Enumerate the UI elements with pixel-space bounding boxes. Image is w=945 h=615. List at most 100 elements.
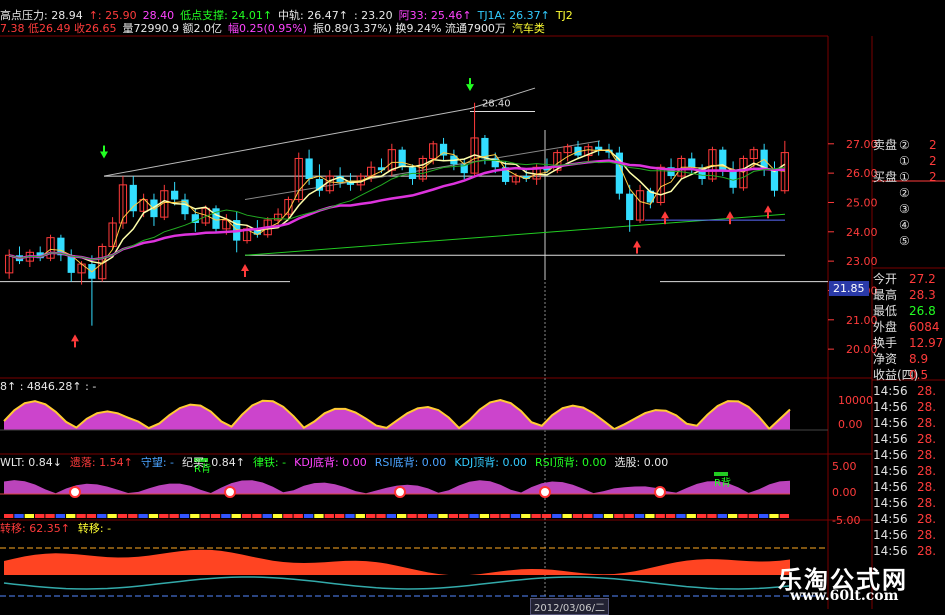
- sub2-item-8: RSI顶背: 0.00: [534, 456, 607, 469]
- tick-row: 14:56 28.: [873, 383, 945, 399]
- candle-body-down: [770, 170, 779, 191]
- stat-label: 最高: [873, 288, 898, 302]
- candle-body-down: [481, 137, 489, 159]
- tick-price: 28.: [917, 416, 937, 430]
- orderbook-panel: 卖盘 ② 2 ① 2 买盘 ① 2 ② ③ ④ ⑤: [873, 137, 945, 249]
- tick-time: 14:56: [873, 528, 908, 542]
- sub2-tick: 0.00: [832, 486, 857, 499]
- stat-label: 外盘: [873, 320, 898, 334]
- signal-bar: [634, 514, 645, 518]
- tick-price: 28.: [917, 512, 937, 526]
- tick-row: 14:56 28.: [873, 495, 945, 511]
- tick-price: 28.: [917, 464, 937, 478]
- candle-body-down: [129, 184, 137, 212]
- tick-price: 28.: [917, 480, 937, 494]
- candle-body-down: [439, 143, 448, 156]
- buy-arrow-icon: [241, 264, 249, 271]
- signal-bar: [552, 514, 562, 518]
- signal-bar: [593, 514, 603, 518]
- stat-label: 换手: [873, 336, 898, 350]
- signal-bar: [324, 514, 334, 518]
- buy-arrow-icon: [633, 240, 641, 248]
- signal-bar: [707, 514, 717, 518]
- signal-bar: [365, 514, 376, 518]
- tick-time: 14:56: [873, 416, 908, 430]
- signal-bar: [66, 514, 76, 518]
- orderbook-level: ①: [899, 154, 910, 168]
- signal-bar: [614, 514, 624, 518]
- stat-row: 净资 8.9: [873, 351, 945, 367]
- signal-bar: [200, 514, 210, 518]
- sub3-item-0: 转移: 62.35↑: [0, 522, 70, 535]
- signal-bar: [355, 514, 365, 518]
- signal-bar: [521, 514, 531, 518]
- tick-price: 28.: [917, 384, 937, 398]
- orderbook-value: 2: [929, 138, 937, 152]
- stat-value: 12.97: [909, 336, 944, 350]
- tick-row: 14:56 28.: [873, 399, 945, 415]
- signal-bar: [169, 514, 179, 518]
- stat-value: 6084: [909, 320, 940, 334]
- r-back-marker: [714, 472, 728, 476]
- tick-row: 14:56 28.: [873, 527, 945, 543]
- candle-body-down: [688, 158, 696, 168]
- signal-bar: [128, 514, 138, 518]
- signal-bar: [696, 514, 707, 518]
- stat-row: 外盘 6084: [873, 319, 945, 335]
- orderbook-row: 卖盘 ② 2: [873, 137, 945, 153]
- header-item-1: ↑: 25.90: [88, 9, 137, 22]
- tick-time: 14:56: [873, 448, 908, 462]
- signal-bar: [428, 514, 438, 518]
- signal-bar: [727, 514, 738, 518]
- signal-bar: [676, 514, 686, 518]
- orderbook-level: ②: [899, 186, 910, 200]
- tick-row: 14:56 28.: [873, 511, 945, 527]
- signal-bar: [665, 514, 676, 518]
- signal-bar: [45, 514, 55, 518]
- tick-list-panel: 14:56 28. 14:56 28. 14:56 28. 14:56 28. 14:56 28.…: [873, 383, 945, 559]
- signal-bar: [117, 514, 128, 518]
- r-back-label: R背: [714, 476, 731, 489]
- candle-body-down: [171, 190, 179, 200]
- quote-item-2: 幅0.25(0.95%): [227, 22, 307, 35]
- tick-time: 14:56: [873, 512, 908, 526]
- signal-bar: [397, 514, 407, 518]
- tick-row: 14:56 28.: [873, 415, 945, 431]
- signal-circle-icon: [224, 486, 236, 498]
- signal-bar: [252, 514, 262, 518]
- orderbook-level: ③: [899, 202, 910, 216]
- signal-bar: [159, 514, 169, 518]
- stat-value: 8.9: [909, 352, 929, 366]
- signal-bar: [138, 514, 148, 518]
- signal-bar: [531, 514, 541, 518]
- sell-arrow-icon: [100, 151, 108, 159]
- orderbook-label: 买盘: [873, 170, 898, 184]
- sub2-item-0: WLT: 0.84↓: [0, 456, 62, 469]
- signal-bar: [645, 514, 655, 518]
- signal-bar: [55, 514, 66, 518]
- signal-bar: [603, 514, 614, 518]
- tick-time: 14:56: [873, 480, 908, 494]
- stat-value: 27.2: [909, 272, 936, 286]
- buy-arrow-icon: [726, 211, 734, 219]
- sub1-item-0: 8↑ : 4846.28↑ : -: [0, 380, 97, 393]
- candle-body-down: [398, 149, 406, 168]
- sub2-item-2: 守望: -: [140, 456, 175, 469]
- signal-circle-icon: [539, 486, 551, 498]
- stat-row: 最低 26.8: [873, 303, 945, 319]
- signal-bar: [190, 514, 200, 518]
- header-item-2: 28.40: [142, 9, 175, 22]
- signal-bar: [738, 514, 748, 518]
- header-item-6: 阿33: 25.46↑: [398, 9, 472, 22]
- current-price-badge: 21.85: [829, 281, 869, 296]
- signal-bar: [417, 514, 428, 518]
- sub2-item-7: KDJ顶背: 0.00: [454, 456, 527, 469]
- orderbook-level: ⑤: [899, 234, 910, 248]
- signal-bar: [459, 514, 469, 518]
- sub1-tick: 10000: [838, 394, 873, 407]
- quote-item-4: 汽车类: [511, 22, 545, 35]
- trend-indicator-header: 转移: 62.35↑ 转移: -: [0, 522, 119, 535]
- orderbook-row: ②: [873, 185, 945, 201]
- signal-bar: [448, 514, 459, 518]
- buy-arrow-icon: [661, 211, 669, 219]
